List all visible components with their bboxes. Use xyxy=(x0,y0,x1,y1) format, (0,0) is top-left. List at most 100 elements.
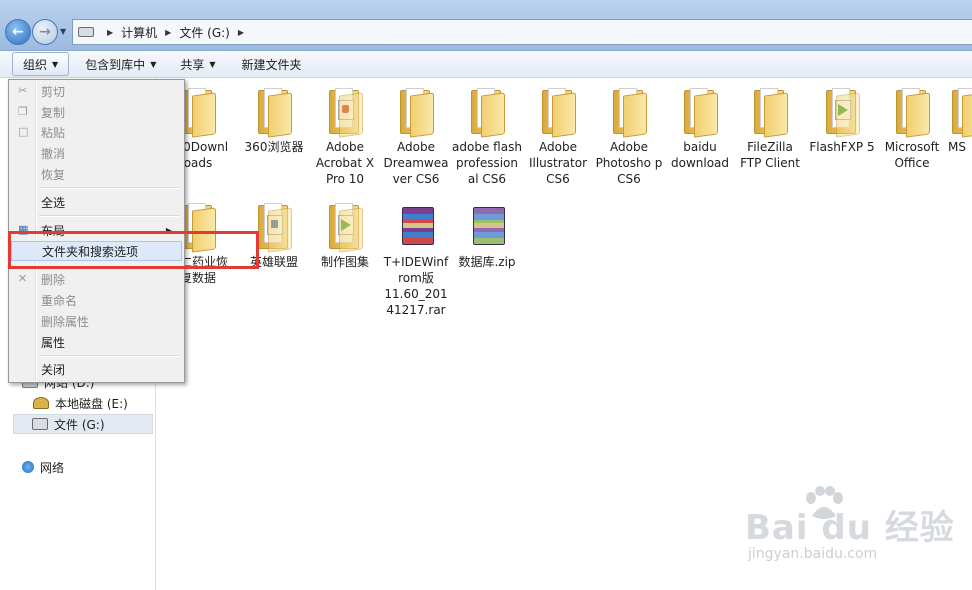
back-button[interactable]: ← xyxy=(5,19,31,45)
menu-separator xyxy=(39,355,179,357)
share-button[interactable]: 共享 ▼ xyxy=(172,53,223,75)
include-in-library-label: 包含到库中 xyxy=(85,57,146,72)
file-item[interactable]: FlashFXP 5 xyxy=(808,86,876,155)
include-in-library-button[interactable]: 包含到库中 ▼ xyxy=(77,53,164,75)
breadcrumb-computer[interactable]: 计算机 xyxy=(121,24,157,41)
file-label: 数据库.zip xyxy=(458,255,516,269)
menu-separator xyxy=(39,215,179,217)
folder-icon xyxy=(892,86,932,138)
file-label: MS xyxy=(948,140,966,154)
menu-item-label: 删除属性 xyxy=(41,314,90,329)
delete-x-icon: ✕ xyxy=(18,272,28,285)
file-item[interactable]: 360浏览器 xyxy=(240,86,308,155)
file-item[interactable]: Adobe Photosho p CS6 xyxy=(595,86,663,187)
network-icon xyxy=(22,461,34,473)
drive-icon xyxy=(32,418,48,430)
rar-archive-icon xyxy=(396,201,436,249)
breadcrumb-drive-g[interactable]: 文件 (G:) xyxy=(179,24,230,41)
chevron-down-icon: ▼ xyxy=(150,59,157,69)
baidu-watermark-logo: Bai du 经验 xyxy=(745,508,955,548)
menu-item-copy[interactable]: ❐ 复制 xyxy=(11,102,182,122)
file-item[interactable]: T+IDEWinf rom版 11.60_201 41217.rar xyxy=(382,201,450,318)
file-label: FlashFXP 5 xyxy=(809,140,875,154)
menu-item-rename[interactable]: 重命名 xyxy=(11,290,182,310)
file-label: Adobe Dreamwea ver CS6 xyxy=(383,140,449,186)
nav-item-drive-g[interactable]: 文件 (G:) xyxy=(13,414,153,434)
forward-button[interactable]: → xyxy=(32,19,58,45)
highlight-annotation xyxy=(8,231,259,269)
arrow-right-icon: → xyxy=(39,24,51,40)
drive-lock-icon xyxy=(33,397,49,409)
menu-item-close[interactable]: 关闭 xyxy=(11,359,182,379)
menu-item-label: 恢复 xyxy=(41,167,66,182)
menu-separator xyxy=(39,187,179,189)
menu-item-delete[interactable]: ✕ 删除 xyxy=(11,269,182,289)
file-item[interactable]: baidu download xyxy=(666,86,734,171)
chevron-right-icon[interactable]: ▶ xyxy=(107,28,113,37)
file-item[interactable]: Adobe Dreamwea ver CS6 xyxy=(382,86,450,187)
folder-icon xyxy=(538,86,578,138)
new-folder-button[interactable]: 新建文件夹 xyxy=(234,53,310,75)
folder-icon xyxy=(254,86,294,138)
arrow-left-icon: ← xyxy=(12,24,24,40)
menu-item-label: 重命名 xyxy=(41,293,78,308)
share-label: 共享 xyxy=(180,57,205,72)
copy-icon: ❐ xyxy=(18,105,28,118)
nav-item-network[interactable]: 网络 xyxy=(22,457,64,477)
menu-item-select-all[interactable]: 全选 xyxy=(11,192,182,212)
scissors-icon: ✂ xyxy=(18,84,28,97)
folder-acrobat-icon xyxy=(325,86,365,138)
organize-button[interactable]: 组织 ▼ xyxy=(12,52,70,76)
file-item[interactable]: Adobe Acrobat X Pro 10 xyxy=(311,86,379,187)
folder-icon xyxy=(750,86,790,138)
chevron-right-icon[interactable]: ▶ xyxy=(238,28,244,37)
file-label: Adobe Acrobat X Pro 10 xyxy=(315,140,375,186)
nav-item-label: 文件 (G:) xyxy=(54,417,105,432)
menu-item-paste[interactable]: □ 粘贴 xyxy=(11,122,182,142)
file-label: T+IDEWinf rom版 11.60_201 41217.rar xyxy=(383,255,449,317)
file-item[interactable]: Adobe Illustrator CS6 xyxy=(524,86,592,187)
new-folder-label: 新建文件夹 xyxy=(241,57,302,72)
organize-label: 组织 xyxy=(23,57,48,72)
file-item[interactable]: 制作图集 xyxy=(311,201,379,270)
nav-item-local-disk-e[interactable]: 本地磁盘 (E:) xyxy=(33,393,128,413)
file-item[interactable]: MS xyxy=(948,86,972,155)
folder-icon xyxy=(948,86,972,138)
zip-archive-icon xyxy=(467,201,507,249)
nav-item-label: 网络 xyxy=(40,460,65,475)
menu-item-label: 剪切 xyxy=(41,84,66,99)
nav-item-label: 本地磁盘 (E:) xyxy=(55,396,128,411)
file-label: 360浏览器 xyxy=(244,140,304,154)
file-label: FileZilla FTP Client xyxy=(740,140,800,170)
chevron-down-icon: ▼ xyxy=(52,59,59,69)
folder-icon xyxy=(609,86,649,138)
menu-item-redo[interactable]: 恢复 xyxy=(11,164,182,184)
file-label: 制作图集 xyxy=(320,255,369,269)
title-bar: ← → ▼ ▶ 计算机 ▶ 文件 (G:) ▶ xyxy=(0,0,972,51)
menu-item-label: 删除 xyxy=(41,272,66,287)
file-label: Adobe Illustrator CS6 xyxy=(528,140,588,186)
folder-flashfxp-icon xyxy=(822,86,862,138)
folder-icon xyxy=(396,86,436,138)
chevron-right-icon[interactable]: ▶ xyxy=(165,28,171,37)
file-item[interactable]: adobe flash profession al CS6 xyxy=(452,86,522,187)
menu-item-properties[interactable]: 属性 xyxy=(11,332,182,352)
command-toolbar: 组织 ▼ 包含到库中 ▼ 共享 ▼ 新建文件夹 xyxy=(0,51,972,78)
file-item[interactable]: FileZilla FTP Client xyxy=(736,86,804,171)
file-item[interactable]: Microsoft Office xyxy=(878,86,946,171)
folder-icon xyxy=(467,86,507,138)
baidu-watermark-url: jingyan.baidu.com xyxy=(748,546,878,562)
menu-item-cut[interactable]: ✂ 剪切 xyxy=(11,81,182,101)
file-label: adobe flash profession al CS6 xyxy=(452,140,522,186)
recent-pages-dropdown[interactable]: ▼ xyxy=(60,27,66,36)
folder-icon xyxy=(254,201,294,253)
menu-item-label: 关闭 xyxy=(41,362,66,377)
file-item[interactable]: 数据库.zip xyxy=(453,201,521,270)
menu-item-label: 撤消 xyxy=(41,146,66,161)
menu-item-remove-properties[interactable]: 删除属性 xyxy=(11,311,182,331)
folder-icon xyxy=(325,201,365,253)
address-bar[interactable]: ▶ 计算机 ▶ 文件 (G:) ▶ xyxy=(72,19,972,45)
menu-item-undo[interactable]: 撤消 xyxy=(11,143,182,163)
drive-icon xyxy=(78,27,94,37)
file-label: baidu download xyxy=(670,140,730,170)
